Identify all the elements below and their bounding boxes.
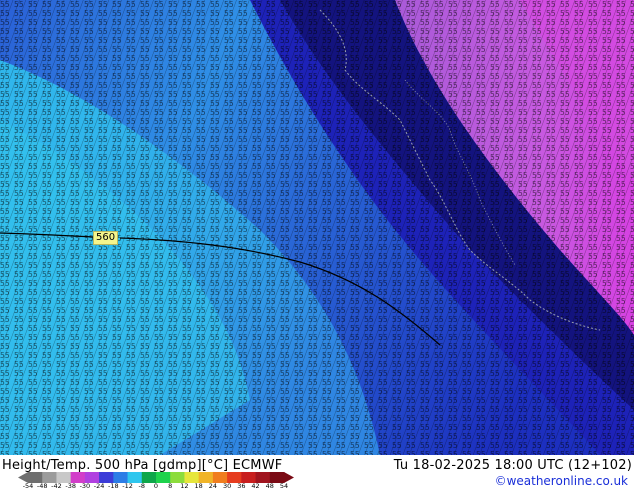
colorbar-tick-label: -8	[138, 482, 146, 490]
colorbar-tick-label: 24	[208, 482, 218, 490]
map-canvas: 55	[0, 0, 634, 455]
contour-label: 560	[93, 231, 119, 245]
colorbar-tick-label: -30	[79, 482, 91, 490]
colorbar-tick-label: -48	[36, 482, 48, 490]
colorbar-tick-label: -12	[122, 482, 133, 490]
credit-link[interactable]: ©weatheronline.co.uk	[495, 474, 628, 488]
weather-map: 55 560	[0, 0, 634, 455]
colorbar-tick-label: 36	[237, 482, 246, 490]
colorbar-tick-label: -18	[108, 482, 119, 490]
colorbar-tick-label: 54	[279, 482, 289, 490]
map-title: Height/Temp. 500 hPa [gdmp][°C] ECMWF	[2, 458, 283, 473]
colorbar-tick-label: -42	[51, 482, 62, 490]
colorbar-ticks: -54 -48 -42 -38 -30 -24 -18 -12 -8 0 8 12 18 24 30 36 42…	[18, 482, 294, 490]
colorbar-tick-label: 18	[194, 482, 203, 490]
valid-time: Tu 18-02-2025 18:00 UTC (12+102)	[393, 458, 632, 473]
colorbar-tick-label: -54	[22, 482, 34, 490]
colorbar-tick-label: -24	[93, 482, 105, 490]
colorbar-tick-label: -38	[65, 482, 76, 490]
colorbar-tick-label: 48	[265, 482, 274, 490]
colorbar-tick-label: 8	[168, 482, 173, 490]
colorbar-tick-label: 12	[180, 482, 189, 490]
colorbar-tick-label: 30	[222, 482, 232, 490]
footer: Height/Temp. 500 hPa [gdmp][°C] ECMWF Tu…	[0, 455, 634, 490]
wind-hatch-overlay	[0, 0, 634, 455]
colorbar-tick-label: 0	[153, 482, 159, 490]
colorbar-tick-label: 42	[251, 482, 260, 490]
